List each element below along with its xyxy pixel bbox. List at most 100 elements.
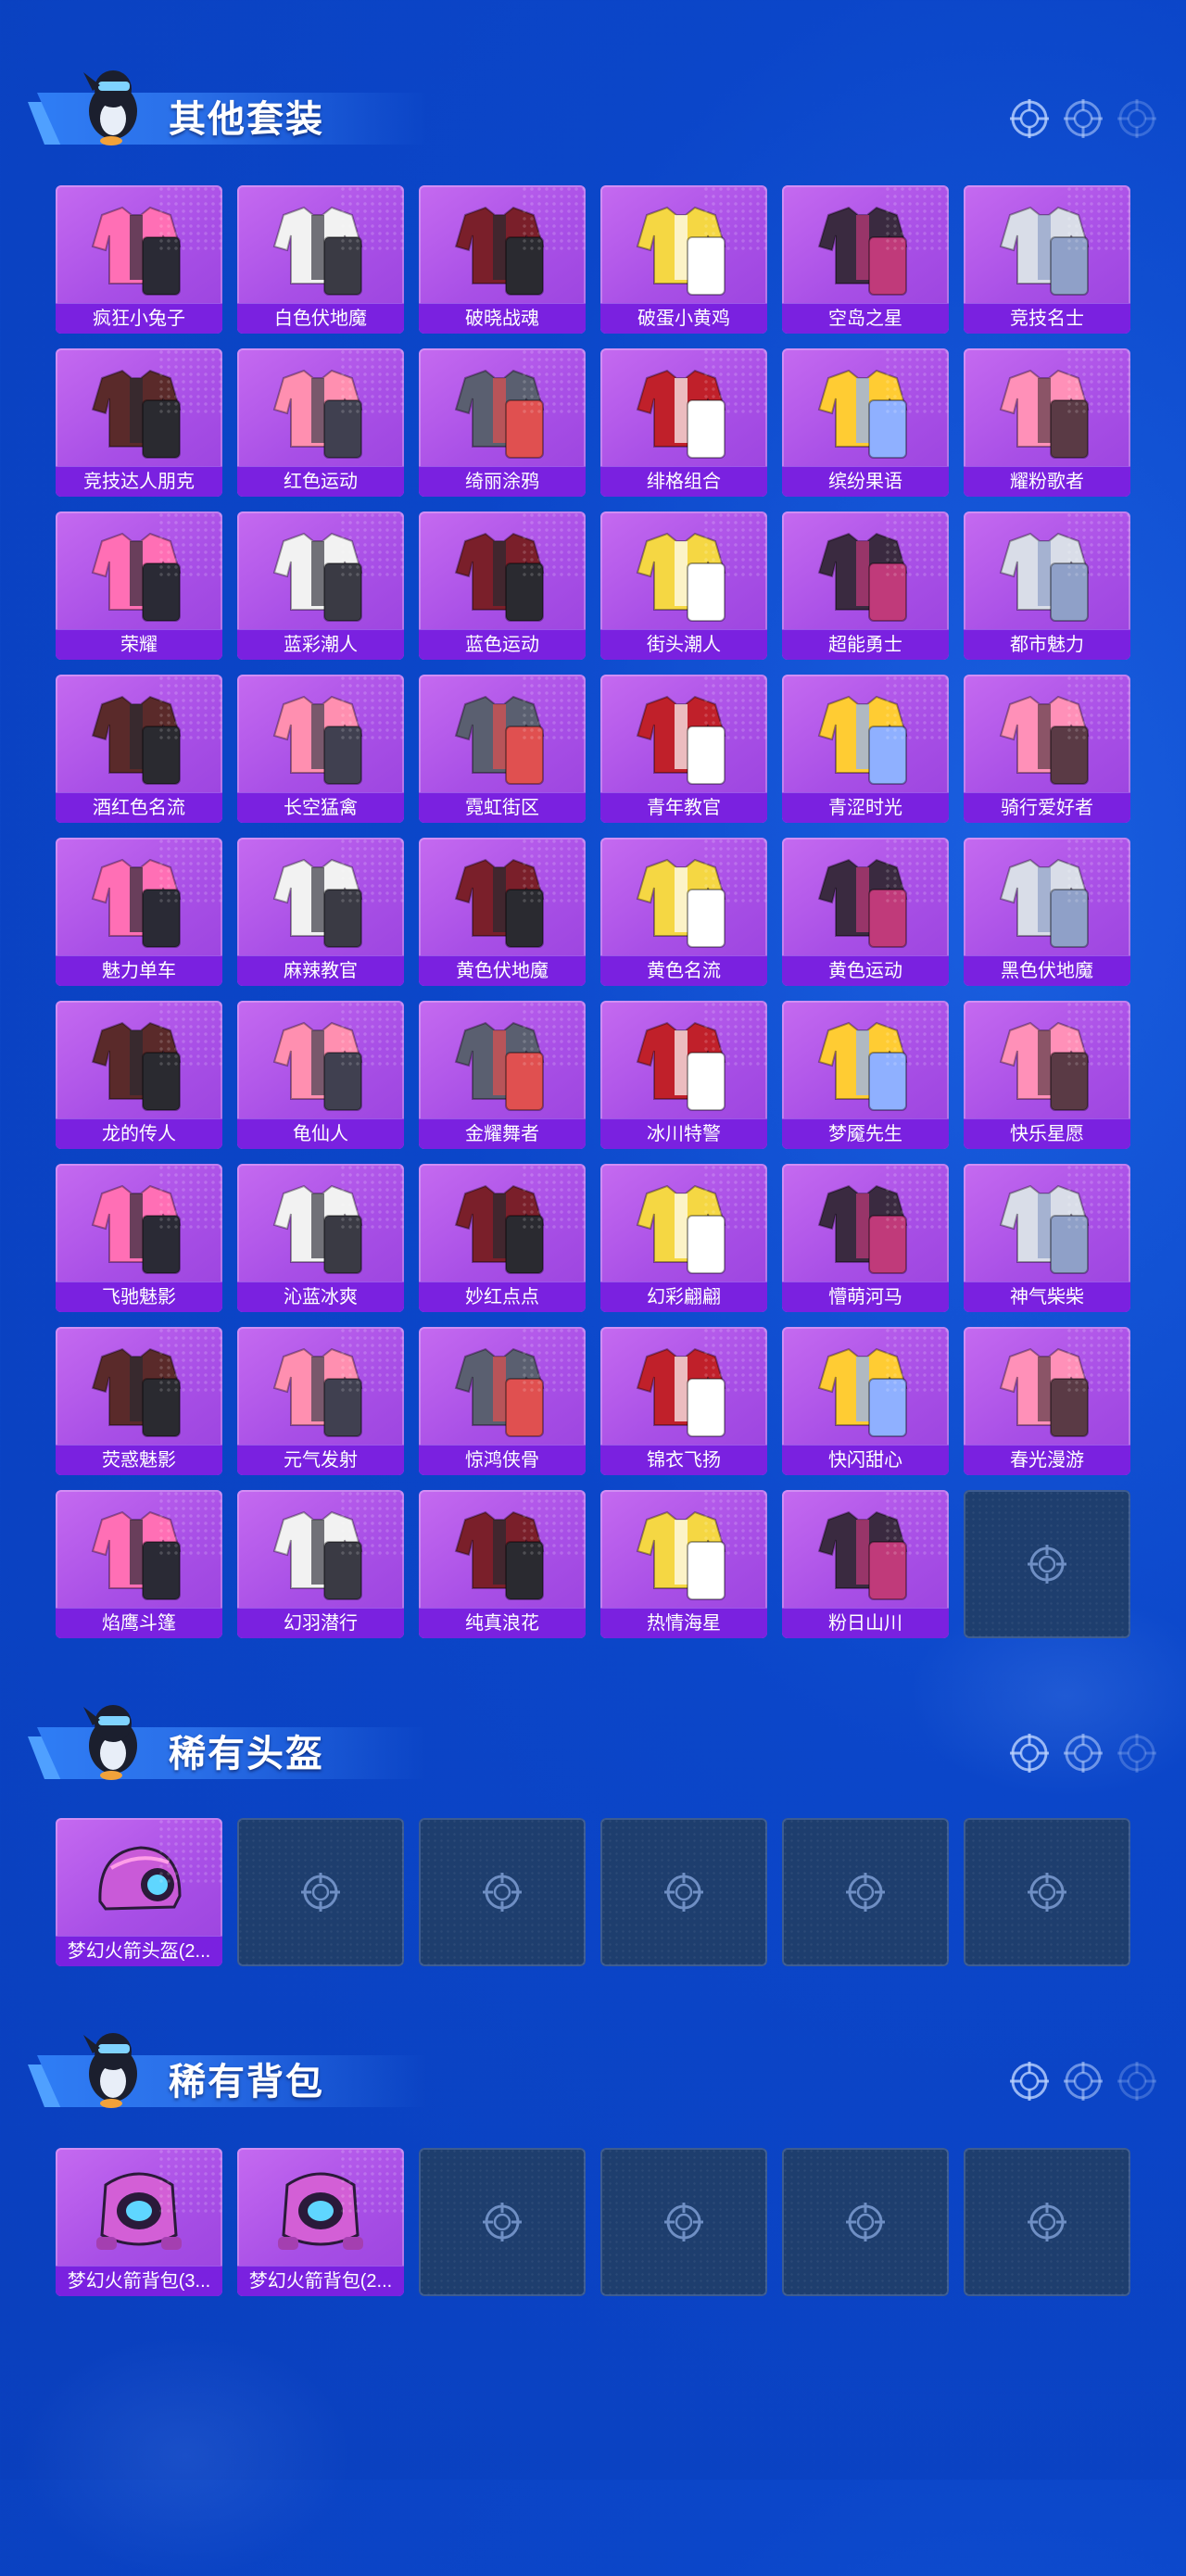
item-card[interactable]: 锦衣飞扬: [600, 1327, 767, 1475]
item-name: 蓝色运动: [419, 629, 586, 660]
empty-slot: [782, 1818, 949, 1966]
item-card[interactable]: 空岛之星: [782, 185, 949, 334]
background-planet-decoration: [19, 2335, 352, 2576]
crosshair-icon: [1064, 1734, 1103, 1773]
item-image: [454, 1184, 545, 1274]
item-card[interactable]: 妙红点点: [419, 1164, 586, 1312]
item-card[interactable]: 霓虹街区: [419, 675, 586, 823]
item-card[interactable]: 纯真浪花: [419, 1490, 586, 1638]
item-card[interactable]: 梦幻火箭背包(2...: [237, 2148, 404, 2296]
item-card[interactable]: 青涩时光: [782, 675, 949, 823]
item-name: 黄色伏地魔: [419, 955, 586, 986]
item-card[interactable]: 懵萌河马: [782, 1164, 949, 1312]
item-image: [91, 1347, 182, 1437]
item-card[interactable]: 热情海星: [600, 1490, 767, 1638]
item-card[interactable]: 沁蓝冰爽: [237, 1164, 404, 1312]
item-image: [272, 1021, 363, 1111]
item-image: [454, 695, 545, 785]
item-card[interactable]: 春光漫游: [964, 1327, 1130, 1475]
item-image: [91, 532, 182, 622]
item-card[interactable]: 疯狂小兔子: [56, 185, 222, 334]
item-card[interactable]: 粉日山川: [782, 1490, 949, 1638]
section-header: 稀有背包: [28, 2016, 426, 2118]
item-card[interactable]: 骑行爱好者: [964, 675, 1130, 823]
item-card[interactable]: 破蛋小黄鸡: [600, 185, 767, 334]
item-name: 神气柴柴: [964, 1282, 1130, 1312]
item-card[interactable]: 绯格组合: [600, 348, 767, 497]
item-card[interactable]: 缤纷果语: [782, 348, 949, 497]
item-card[interactable]: 神气柴柴: [964, 1164, 1130, 1312]
item-card[interactable]: 青年教官: [600, 675, 767, 823]
item-card[interactable]: 黄色名流: [600, 838, 767, 986]
item-image: [91, 369, 182, 459]
item-card[interactable]: 黄色运动: [782, 838, 949, 986]
item-card[interactable]: 梦魇先生: [782, 1001, 949, 1149]
item-image: [999, 1347, 1090, 1437]
item-image: [278, 2172, 363, 2250]
item-name: 梦幻火箭背包(2...: [237, 2266, 404, 2296]
crosshair-icon: [664, 1873, 703, 1912]
penguin-mascot-icon: [83, 70, 137, 145]
item-card[interactable]: 长空猛禽: [237, 675, 404, 823]
item-name: 梦幻火箭头盔(2...: [56, 1936, 222, 1966]
item-card[interactable]: 冰川特警: [600, 1001, 767, 1149]
item-name: 龟仙人: [237, 1118, 404, 1149]
item-card[interactable]: 幻彩翩翩: [600, 1164, 767, 1312]
item-card[interactable]: 快乐星愿: [964, 1001, 1130, 1149]
item-card[interactable]: 荣耀: [56, 511, 222, 660]
crosshair-icon: [1117, 1734, 1156, 1773]
item-card[interactable]: 蓝彩潮人: [237, 511, 404, 660]
item-name: 妙红点点: [419, 1282, 586, 1312]
item-image: [817, 858, 908, 948]
item-card[interactable]: 幻羽潜行: [237, 1490, 404, 1638]
item-card[interactable]: 梦幻火箭头盔(2...: [56, 1818, 222, 1966]
item-card[interactable]: 竞技名士: [964, 185, 1130, 334]
item-card[interactable]: 快闪甜心: [782, 1327, 949, 1475]
item-card[interactable]: 麻辣教官: [237, 838, 404, 986]
item-card[interactable]: 街头潮人: [600, 511, 767, 660]
item-image: [91, 206, 182, 296]
item-card[interactable]: 都市魅力: [964, 511, 1130, 660]
item-name: 绯格组合: [600, 466, 767, 497]
item-name: 青涩时光: [782, 792, 949, 823]
item-name: 绮丽涂鸦: [419, 466, 586, 497]
item-card[interactable]: 绮丽涂鸦: [419, 348, 586, 497]
item-card[interactable]: 元气发射: [237, 1327, 404, 1475]
item-card[interactable]: 竞技达人朋克: [56, 348, 222, 497]
item-card[interactable]: 惊鸿侠骨: [419, 1327, 586, 1475]
empty-slot: [600, 1818, 767, 1966]
item-name: 黑色伏地魔: [964, 955, 1130, 986]
item-card[interactable]: 龙的传人: [56, 1001, 222, 1149]
item-image: [272, 695, 363, 785]
item-image: [272, 858, 363, 948]
item-image: [999, 532, 1090, 622]
item-name: 元气发射: [237, 1445, 404, 1475]
item-card[interactable]: 红色运动: [237, 348, 404, 497]
item-card[interactable]: 龟仙人: [237, 1001, 404, 1149]
item-card[interactable]: 黄色伏地魔: [419, 838, 586, 986]
empty-slot: [964, 2148, 1130, 2296]
item-card[interactable]: 黑色伏地魔: [964, 838, 1130, 986]
item-card[interactable]: 破晓战魂: [419, 185, 586, 334]
item-card[interactable]: 梦幻火箭背包(3...: [56, 2148, 222, 2296]
item-card[interactable]: 焰鹰斗篷: [56, 1490, 222, 1638]
crosshair-icon: [1010, 1734, 1049, 1773]
section-title: 其他套装: [169, 99, 324, 140]
item-card[interactable]: 金耀舞者: [419, 1001, 586, 1149]
item-name: 白色伏地魔: [237, 303, 404, 334]
item-card[interactable]: 超能勇士: [782, 511, 949, 660]
item-card[interactable]: 飞驰魅影: [56, 1164, 222, 1312]
empty-slot: [964, 1490, 1130, 1638]
item-card[interactable]: 荧惑魅影: [56, 1327, 222, 1475]
item-grid: 疯狂小兔子 白色伏地魔 破晓战魂 破蛋小黄鸡 空岛之星 竞技名士竞技达人朋克 红色运动 绮丽涂…: [56, 185, 1130, 1638]
item-card[interactable]: 魅力单车: [56, 838, 222, 986]
item-image: [999, 206, 1090, 296]
item-name: 街头潮人: [600, 629, 767, 660]
crosshair-icon: [1028, 2203, 1066, 2241]
crosshair-icon: [1117, 99, 1156, 138]
item-name: 荧惑魅影: [56, 1445, 222, 1475]
item-card[interactable]: 耀粉歌者: [964, 348, 1130, 497]
item-card[interactable]: 蓝色运动: [419, 511, 586, 660]
item-card[interactable]: 白色伏地魔: [237, 185, 404, 334]
item-card[interactable]: 酒红色名流: [56, 675, 222, 823]
